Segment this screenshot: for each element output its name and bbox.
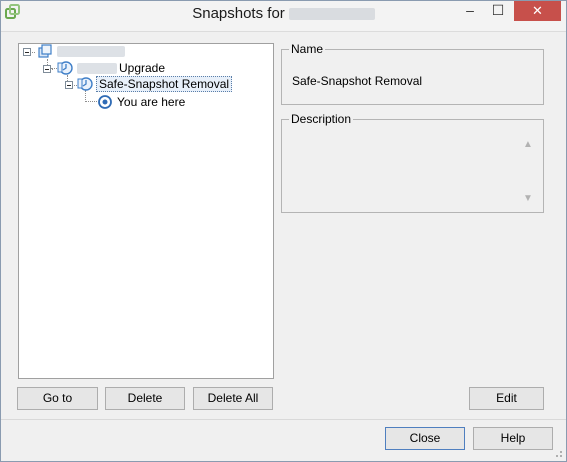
name-legend: Name: [289, 42, 326, 56]
tree-item-label: You are here: [117, 95, 186, 109]
tree-item-label: Safe-Snapshot Removal: [96, 76, 233, 92]
resize-grip-icon[interactable]: [553, 448, 563, 458]
tree-item-vm-root[interactable]: [19, 44, 139, 60]
snapshot-icon: [77, 77, 93, 91]
redacted-snapshot-prefix: [77, 63, 117, 74]
delete-button[interactable]: Delete: [105, 387, 185, 410]
snapshot-icon: [57, 61, 73, 75]
edit-button[interactable]: Edit: [469, 387, 544, 410]
snapshot-manager-window: Snapshots for – ☐ ✕ Upgrade Safe-Snapsho…: [0, 0, 567, 462]
tree-item-safe-snapshot-removal[interactable]: Safe-Snapshot Removal: [61, 76, 233, 92]
scroll-down-icon[interactable]: ▼: [523, 194, 533, 204]
collapse-toggle[interactable]: [65, 81, 73, 89]
tree-item-upgrade[interactable]: Upgrade: [39, 60, 199, 76]
scroll-up-icon[interactable]: ▲: [523, 140, 533, 150]
snapshot-tree[interactable]: Upgrade Safe-Snapshot Removal You are he…: [18, 43, 274, 379]
collapse-toggle[interactable]: [23, 48, 31, 56]
title-bar[interactable]: Snapshots for – ☐ ✕: [1, 1, 566, 32]
snapshot-name-value: Safe-Snapshot Removal: [292, 74, 423, 88]
footer-divider: [1, 419, 566, 420]
go-to-button[interactable]: Go to: [17, 387, 98, 410]
description-scrollbar[interactable]: ▲ ▼: [521, 138, 535, 206]
window-close-button[interactable]: ✕: [514, 1, 561, 21]
redacted-vm-name: [288, 8, 375, 21]
help-button[interactable]: Help: [473, 427, 553, 450]
close-button[interactable]: Close: [385, 427, 465, 450]
redacted-vm-label: [57, 46, 125, 57]
name-groupbox: Name Safe-Snapshot Removal: [281, 42, 544, 105]
description-groupbox: Description ▲ ▼: [281, 112, 544, 213]
tree-item-label: Upgrade: [119, 61, 166, 75]
minimize-button[interactable]: –: [457, 1, 483, 21]
collapse-toggle[interactable]: [43, 65, 51, 73]
maximize-button[interactable]: ☐: [485, 1, 511, 21]
tree-item-you-are-here[interactable]: You are here: [95, 94, 215, 110]
you-are-here-icon: [98, 95, 112, 109]
vm-icon: [38, 44, 52, 58]
delete-all-button[interactable]: Delete All: [193, 387, 273, 410]
description-legend: Description: [289, 112, 354, 126]
